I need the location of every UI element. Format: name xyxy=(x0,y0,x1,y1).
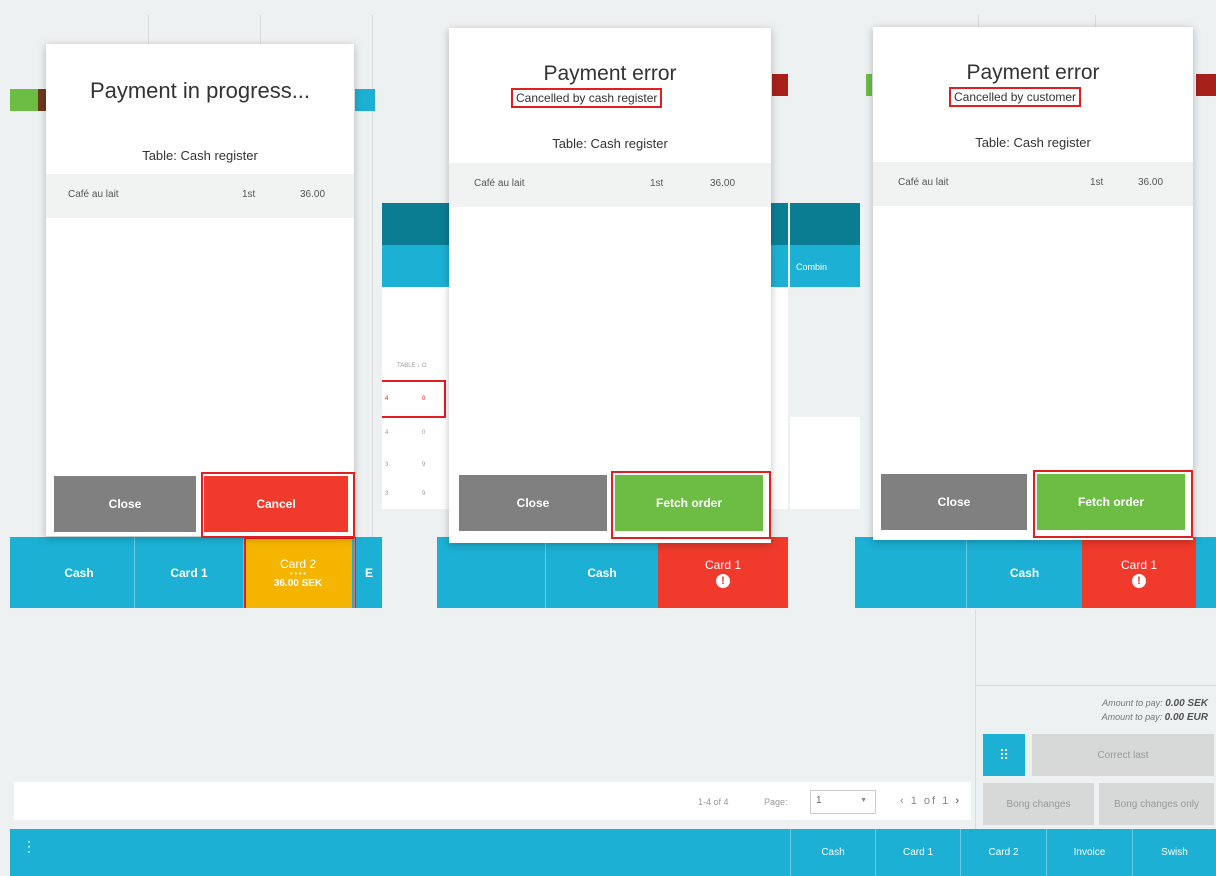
amount-to-pay-eur: Amount to pay: 0.00 EUR xyxy=(1101,712,1208,723)
dialog-title: Payment in progress... xyxy=(89,78,311,103)
close-button[interactable]: Close xyxy=(459,475,607,531)
screenshot-panel-cancelled-by-customer: Combin Cash Card 1 ! Payment error Cance… xyxy=(790,15,1216,608)
item-course: 1st xyxy=(1090,177,1104,188)
dialog-table-name: Table: Cash register xyxy=(552,136,668,151)
order-item-row: Café au lait 1st 36.00 xyxy=(873,162,1193,206)
bong-changes-only-button[interactable]: Bong changes only xyxy=(1099,783,1214,825)
page-of: 1 of 1 xyxy=(910,795,951,807)
next-page-button[interactable]: › xyxy=(955,795,961,807)
dialog-table-name: Table: Cash register xyxy=(142,148,258,163)
payment-dialog: Payment in progress... Table: Cash regis… xyxy=(46,44,355,538)
dialog-title: Payment error xyxy=(966,61,1100,84)
bg-row: 4 xyxy=(385,430,389,436)
bottom-card2-button[interactable]: Card 2 xyxy=(960,829,1046,876)
pager-range: 1-4 of 4 xyxy=(698,797,729,807)
amount-to-pay-sek: Amount to pay: 0.00 SEK xyxy=(1102,698,1208,709)
close-button[interactable]: Close xyxy=(881,474,1027,530)
keypad-icon: ⠿ xyxy=(998,746,1010,763)
background-area xyxy=(790,417,860,509)
bg-row: 3 xyxy=(385,491,389,497)
page-select[interactable]: 1 ▼ xyxy=(810,790,876,814)
payment-error-dialog: Payment error Cancelled by customer Tabl… xyxy=(873,27,1193,540)
numpad-button[interactable]: ⠿ xyxy=(983,734,1025,776)
bottom-card1-button[interactable]: Card 1 xyxy=(875,829,960,876)
bg-row: 9 xyxy=(422,462,426,468)
pager-navigation: ‹ 1 of 1 › xyxy=(900,795,961,807)
order-item-row: Café au lait 1st 36.00 xyxy=(46,174,354,218)
header-band-dark xyxy=(790,203,860,245)
card1-button[interactable]: Card 1 ! xyxy=(1082,537,1196,608)
order-item-row: Café au lait 1st 36.00 xyxy=(449,163,771,207)
cash-button[interactable]: Cash xyxy=(545,537,658,608)
bg-row: 9 xyxy=(422,491,426,497)
bg-row: 4 xyxy=(385,396,389,402)
bg-table-header: TABLE ↓ O xyxy=(397,363,427,369)
item-name: Café au lait xyxy=(474,178,525,189)
fetch-order-button[interactable]: Fetch order xyxy=(1037,474,1185,530)
error-alert-icon: ! xyxy=(1132,573,1146,588)
correct-last-button[interactable]: Correct last xyxy=(1032,734,1214,776)
category-stripe xyxy=(10,89,38,111)
card2-button[interactable]: Card 2 • • • • 36.00 SEK xyxy=(244,537,352,608)
card1-button[interactable]: Card 1 xyxy=(135,537,244,608)
screenshot-panel-cancelled-by-register: TABLE ↓ O 4 0 4 0 3 9 3 9 Cash Card 1 ! … xyxy=(382,15,788,608)
bg-row: 0 xyxy=(422,396,426,402)
bottom-cash-button[interactable]: Cash xyxy=(790,829,875,876)
dialog-title: Payment error xyxy=(543,62,677,85)
item-course: 1st xyxy=(242,189,256,200)
item-name: Café au lait xyxy=(68,189,119,200)
category-stripe xyxy=(355,89,375,111)
bong-changes-button[interactable]: Bong changes xyxy=(983,783,1094,825)
more-options-icon[interactable]: ⋮ xyxy=(22,839,36,853)
item-course: 1st xyxy=(650,178,664,189)
item-price: 36.00 xyxy=(1138,177,1164,188)
error-reason: Cancelled by customer xyxy=(949,87,1082,107)
error-reason: Cancelled by cash register xyxy=(511,88,663,108)
bg-row: 3 xyxy=(385,462,389,468)
item-name: Café au lait xyxy=(898,177,949,188)
fetch-order-button[interactable]: Fetch order xyxy=(615,475,763,531)
prev-page-button[interactable]: ‹ xyxy=(900,795,906,807)
chevron-down-icon: ▼ xyxy=(860,797,867,804)
category-stripe xyxy=(866,74,872,96)
screenshot-panel-payment-in-progress: Cash Card 1 Card 2 • • • • 36.00 SEK E P… xyxy=(10,15,382,608)
cancel-button[interactable]: Cancel xyxy=(204,476,348,532)
combine-tab[interactable]: Combin xyxy=(796,262,827,272)
cash-button[interactable]: Cash xyxy=(24,537,135,608)
category-stripe xyxy=(1196,74,1216,96)
card1-button[interactable]: Card 1 ! xyxy=(658,537,788,608)
cash-button[interactable]: Cash xyxy=(966,537,1082,608)
cut-off-button[interactable]: E xyxy=(354,537,382,608)
divider xyxy=(976,685,1216,686)
close-button[interactable]: Close xyxy=(54,476,196,532)
item-price: 36.00 xyxy=(710,178,736,189)
dialog-table-name: Table: Cash register xyxy=(975,135,1091,150)
pager-page-label: Page: xyxy=(764,797,788,807)
bottom-swish-button[interactable]: Swish xyxy=(1132,829,1216,876)
payment-error-dialog: Payment error Cancelled by cash register… xyxy=(449,28,771,543)
item-price: 36.00 xyxy=(300,189,326,200)
error-alert-icon: ! xyxy=(716,573,730,588)
bg-row: 0 xyxy=(422,430,426,436)
category-stripe xyxy=(772,74,788,96)
bottom-invoice-button[interactable]: Invoice xyxy=(1046,829,1132,876)
